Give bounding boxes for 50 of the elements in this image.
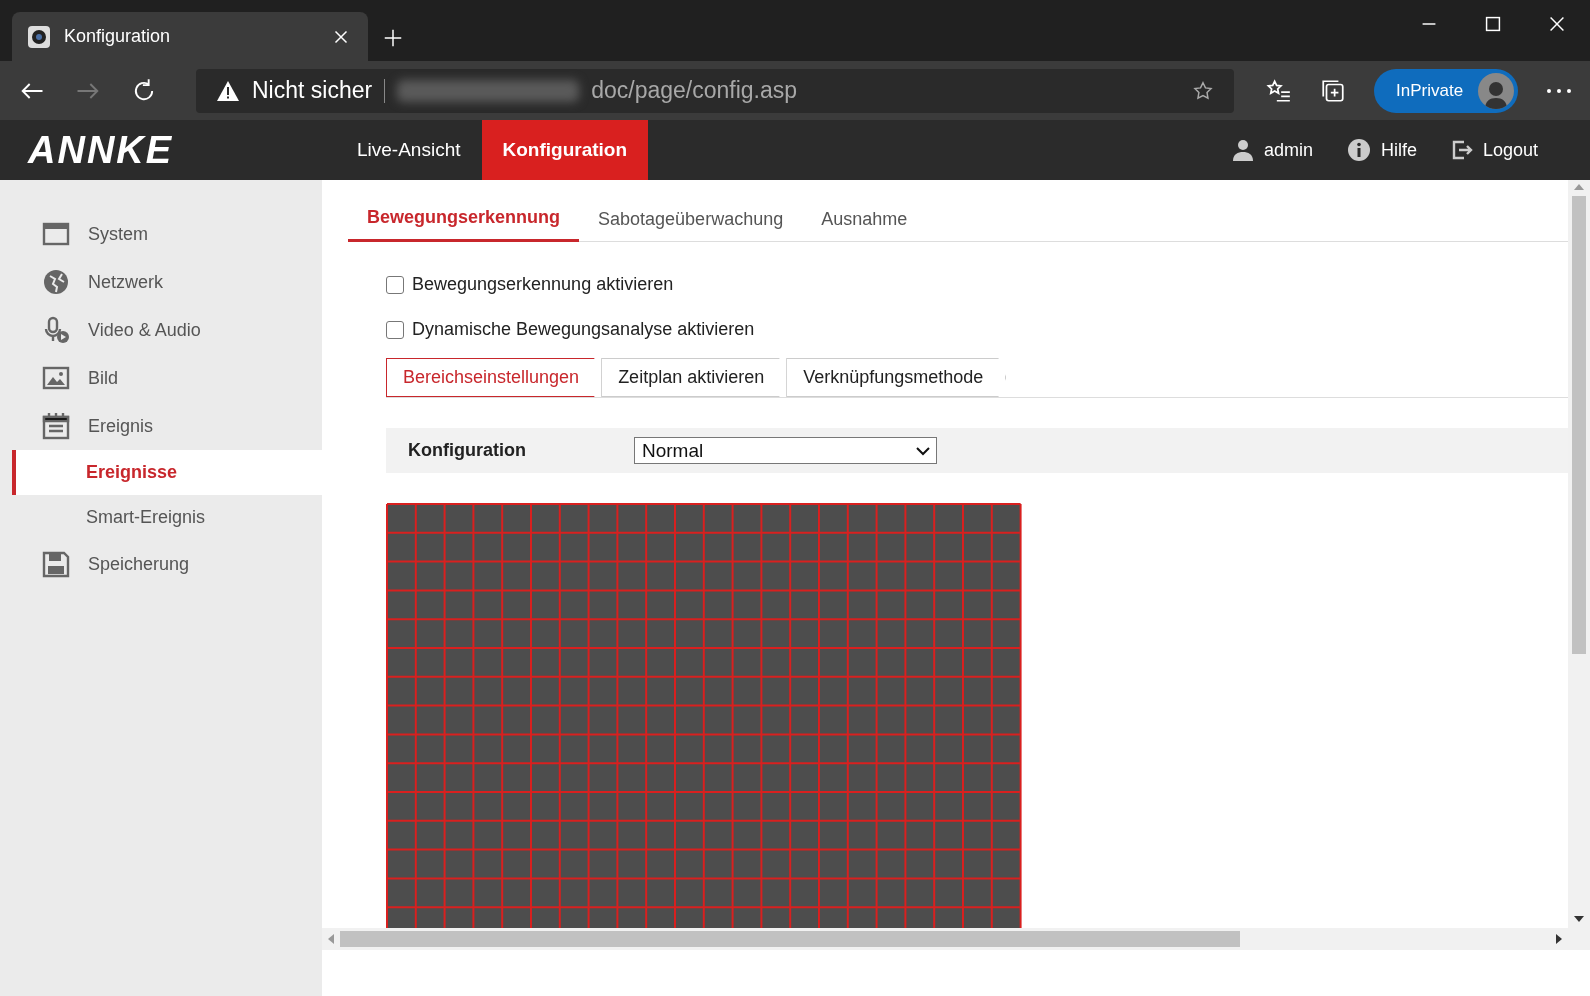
scroll-right-icon[interactable] xyxy=(1556,934,1562,944)
nav-tab[interactable]: Konfiguration xyxy=(481,120,649,180)
checkbox-label: Bewegungserkennung aktivieren xyxy=(412,274,674,295)
address-text: doc/page/config.asp xyxy=(591,77,798,104)
nav-tab[interactable]: Live-Ansicht xyxy=(336,120,482,180)
security-label: Nicht sicher xyxy=(252,77,373,104)
address-bar[interactable]: Nicht sicher doc/page/config.asp xyxy=(196,68,1234,113)
logout-icon xyxy=(1450,139,1473,161)
sidebar-item[interactable]: Bild xyxy=(88,367,118,389)
header-link[interactable]: admin xyxy=(1263,139,1313,161)
logo: ANNKE xyxy=(28,128,174,172)
microphone-icon xyxy=(42,316,70,344)
calendar-icon xyxy=(42,412,70,440)
sidebar-subitem[interactable]: Ereignisse xyxy=(12,450,322,495)
new-tab-icon[interactable] xyxy=(382,27,404,49)
scroll-down-icon[interactable] xyxy=(1574,916,1584,922)
chevron-down-icon xyxy=(916,445,930,456)
tab[interactable]: Bewegungserkennung xyxy=(348,196,580,242)
checkbox[interactable] xyxy=(386,320,404,339)
sidebar-item[interactable]: Speicherung xyxy=(88,553,190,575)
config-select[interactable]: Normal xyxy=(634,437,937,464)
sidebar-item[interactable]: Video & Audio xyxy=(88,319,201,341)
star-icon[interactable] xyxy=(1192,79,1214,102)
browser-tab[interactable]: Konfiguration xyxy=(12,12,368,61)
avatar-icon xyxy=(1478,72,1514,109)
camera-lens-icon xyxy=(28,25,50,48)
sidebar-item[interactable]: Netzwerk xyxy=(88,271,163,293)
config-label: Konfiguration xyxy=(408,440,527,461)
collections-icon[interactable] xyxy=(1320,77,1346,104)
sidebar-item[interactable]: System xyxy=(88,223,148,245)
tab[interactable]: Ausnahme xyxy=(802,196,927,242)
horizontal-scrollbar[interactable] xyxy=(322,928,1590,950)
favorites-icon[interactable] xyxy=(1266,77,1292,104)
image-icon xyxy=(42,364,70,392)
tab[interactable]: Sabotageüberwachung xyxy=(579,196,803,242)
window-icon xyxy=(42,220,70,248)
sub-tab[interactable]: Verknüpfungsmethode xyxy=(786,358,1007,397)
checkbox-label: Dynamische Bewegungsanalyse aktivieren xyxy=(412,319,755,340)
info-icon xyxy=(1346,138,1371,162)
more-icon[interactable] xyxy=(1546,87,1572,94)
header-link[interactable]: Hilfe xyxy=(1380,139,1417,161)
sidebar-item[interactable]: Ereignis xyxy=(88,415,154,437)
globe-icon xyxy=(42,268,70,296)
vertical-scrollbar[interactable] xyxy=(1568,180,1590,928)
inprivate-button[interactable]: InPrivate xyxy=(1374,68,1518,113)
warning-icon xyxy=(216,79,240,102)
user-icon xyxy=(1231,139,1254,161)
header-link[interactable]: Logout xyxy=(1482,139,1538,161)
checkbox[interactable] xyxy=(386,275,404,294)
sidebar-subitem[interactable]: Smart-Ereignis xyxy=(12,495,322,540)
